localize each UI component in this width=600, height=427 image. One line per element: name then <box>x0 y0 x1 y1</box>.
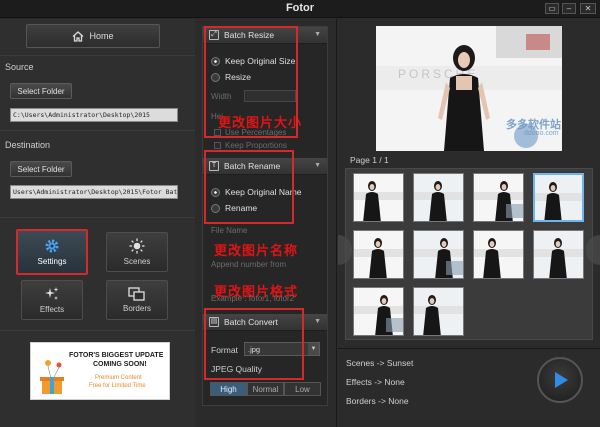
sun-icon <box>129 238 145 254</box>
restore-button[interactable]: ▭ <box>545 3 559 14</box>
home-icon <box>73 30 84 42</box>
borders-tool-label: Borders <box>122 304 151 313</box>
destination-path-field[interactable]: Users\Administrator\Desktop\2015\Fotor B… <box>10 185 178 199</box>
thumbnail-photo <box>414 288 463 335</box>
checkbox-box <box>214 142 221 149</box>
thumbnail[interactable] <box>413 287 464 336</box>
promo-line4: Free for Limited Time <box>89 383 146 389</box>
source-select-folder-button[interactable]: Select Folder <box>10 83 72 99</box>
sparkle-icon <box>45 287 59 300</box>
image-preview: PORSCHE 多多软件站 ddooo.com <box>376 26 562 151</box>
thumbnail[interactable] <box>353 173 404 222</box>
quality-high-button[interactable]: High <box>210 382 247 396</box>
gear-icon <box>45 239 59 253</box>
convert-highlight-box <box>204 308 304 380</box>
thumbnail[interactable] <box>473 173 524 222</box>
promo-line3: Premium Content <box>95 375 142 381</box>
resize-highlight-box <box>204 26 298 138</box>
scenes-tool-button[interactable]: Scenes <box>106 232 168 272</box>
scenes-status: Scenes -> Sunset <box>346 358 414 368</box>
thumbnail[interactable] <box>353 230 404 279</box>
divider <box>338 348 600 349</box>
scroll-right-handle[interactable] <box>586 235 600 265</box>
divider <box>0 330 195 331</box>
quality-normal-button[interactable]: Normal <box>247 382 284 396</box>
promo-headline: FOTOR'S BIGGEST UPDATE <box>69 352 164 359</box>
keep-proportions-checkbox[interactable]: Keep Proportions <box>214 141 287 150</box>
page-indicator: Page 1 / 1 <box>350 155 389 165</box>
thumbnail[interactable] <box>533 173 584 222</box>
thumbnail-photo <box>474 174 523 221</box>
example-label: Example : fotor1, fotor2 <box>211 294 295 303</box>
thumbnail-photo <box>534 231 583 278</box>
keep-proportions-label: Keep Proportions <box>225 141 287 150</box>
divider <box>0 55 195 56</box>
title-bar: Fotor ▭ – ✕ <box>0 0 600 18</box>
borders-tool-button[interactable]: Borders <box>106 280 168 320</box>
frames-icon <box>128 287 145 301</box>
start-batch-button[interactable] <box>537 357 583 403</box>
destination-label: Destination <box>5 140 51 150</box>
effects-tool-label: Effects <box>39 305 65 314</box>
append-number-label: Append number from <box>211 260 287 269</box>
chevron-down-icon: ▼ <box>308 343 319 355</box>
window-title: Fotor <box>285 2 315 14</box>
settings-tool-button[interactable]: Settings <box>16 229 88 275</box>
chevron-down-icon: ▼ <box>314 31 321 38</box>
gift-box-icon <box>40 360 64 394</box>
thumbnail-grid <box>338 168 600 340</box>
thumbnail-photo <box>354 288 403 335</box>
source-path-field[interactable]: C:\Users\Administrator\Desktop\2015 <box>10 108 178 122</box>
effects-tool-button[interactable]: Effects <box>21 280 83 320</box>
watermark-url: ddooo.com <box>524 130 559 137</box>
source-label: Source <box>5 62 34 72</box>
effects-status: Effects -> None <box>346 377 405 387</box>
minimize-button[interactable]: – <box>562 3 576 14</box>
borders-status: Borders -> None <box>346 396 409 406</box>
quality-low-button[interactable]: Low <box>284 382 321 396</box>
home-label: Home <box>89 31 114 41</box>
thumbnail[interactable] <box>533 230 584 279</box>
thumbnail-photo <box>535 175 582 220</box>
divider <box>0 217 195 218</box>
promo-subheadline: COMING SOON! <box>93 361 147 368</box>
thumbnail-photo <box>474 231 523 278</box>
scenes-tool-label: Scenes <box>123 257 151 266</box>
rename-annotation: 更改图片名称 <box>214 244 299 259</box>
close-button[interactable]: ✕ <box>580 3 596 14</box>
scroll-left-handle[interactable] <box>338 235 352 265</box>
rename-highlight-box <box>204 150 294 224</box>
thumbnail[interactable] <box>413 173 464 222</box>
destination-select-folder-button[interactable]: Select Folder <box>10 161 72 177</box>
thumbnail[interactable] <box>353 287 404 336</box>
promo-banner[interactable]: FOTOR'S BIGGEST UPDATE COMING SOON! Prem… <box>30 342 170 400</box>
chevron-down-icon: ▼ <box>314 318 321 325</box>
file-name-label: File Name <box>211 226 248 235</box>
thumbnail-photo <box>414 174 463 221</box>
chevron-down-icon: ▼ <box>314 162 321 169</box>
thumbnail[interactable] <box>473 230 524 279</box>
divider <box>0 130 195 131</box>
settings-tool-label: Settings <box>37 257 67 266</box>
thumbnail-photo <box>354 174 403 221</box>
thumbnail-photo <box>414 231 463 278</box>
home-button[interactable]: Home <box>26 24 160 48</box>
panel-separator <box>336 19 337 427</box>
play-icon <box>555 372 568 388</box>
thumbnail[interactable] <box>413 230 464 279</box>
thumbnail-photo <box>354 231 403 278</box>
